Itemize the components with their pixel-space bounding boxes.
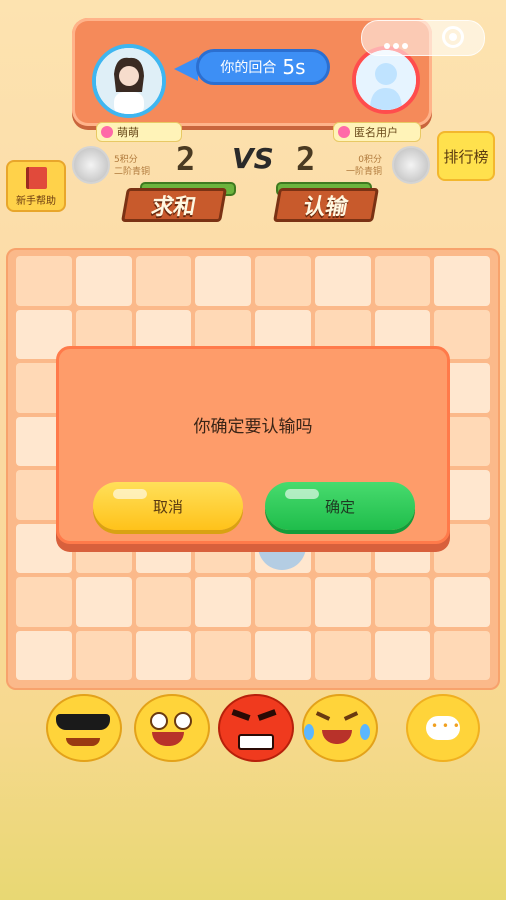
draw-button[interactable]: 求和 <box>121 188 227 222</box>
board-cell[interactable] <box>195 630 251 680</box>
board-cell[interactable] <box>16 256 72 306</box>
location-pin-icon <box>338 126 350 138</box>
board-cell[interactable] <box>314 630 371 680</box>
player-score: 2 <box>176 140 196 178</box>
board-cell[interactable] <box>16 577 72 627</box>
board-cell[interactable] <box>374 630 431 680</box>
chat-button[interactable] <box>406 694 480 762</box>
rank-medal-icon <box>392 146 430 184</box>
board-cell[interactable] <box>75 577 132 627</box>
opponent-name: 匿名用户 <box>354 126 398 139</box>
board-cell[interactable] <box>135 630 192 680</box>
board-cell[interactable] <box>374 256 431 306</box>
board-cell[interactable] <box>374 577 431 627</box>
player-rank: 二阶青铜 <box>114 167 151 177</box>
book-icon <box>25 167 47 189</box>
turn-timer: 5s <box>282 55 306 79</box>
confirm-button[interactable]: 确定 <box>265 482 415 530</box>
board-cell[interactable] <box>195 577 251 627</box>
help-label: 新手帮助 <box>16 196 56 207</box>
angry-emoji-icon[interactable] <box>218 694 294 762</box>
confirm-label: 确定 <box>324 497 355 516</box>
board-cell[interactable] <box>434 630 490 680</box>
board-cell[interactable] <box>255 630 311 680</box>
opponent-score: 2 <box>296 140 316 178</box>
gritted-teeth <box>238 734 274 750</box>
surrender-button[interactable]: 认输 <box>273 188 379 222</box>
opponent-points: 0积分 <box>358 155 383 165</box>
cancel-button[interactable]: 取消 <box>93 482 243 530</box>
eye-icon <box>174 712 192 730</box>
opponent-name-tag: 匿名用户 <box>333 122 421 142</box>
sunglasses-icon <box>56 714 110 730</box>
rank-medal-icon <box>72 146 110 184</box>
turn-label: 你的回合 <box>220 60 277 76</box>
board-cell[interactable] <box>434 577 490 627</box>
board-cell[interactable] <box>16 630 72 680</box>
vs-label: VS <box>232 142 274 175</box>
more-options-icon[interactable] <box>384 34 414 49</box>
opponent-points-block: 0积分 一阶青铜 <box>346 154 382 178</box>
board-cell[interactable] <box>75 630 132 680</box>
player-points: 5积分 <box>114 155 138 165</box>
smile-mouth <box>66 738 100 746</box>
dialog-message: 你确定要认输吗 <box>193 417 313 437</box>
turn-arrow-icon <box>174 57 198 81</box>
tear-icon <box>360 724 370 740</box>
player-name: 萌萌 <box>117 126 139 139</box>
board-cell[interactable] <box>135 256 192 306</box>
cancel-label: 取消 <box>152 497 183 516</box>
player-name-tag: 萌萌 <box>96 122 182 142</box>
board-cell[interactable] <box>135 577 192 627</box>
location-pin-icon <box>101 126 113 138</box>
board-cell[interactable] <box>75 256 132 306</box>
mini-program-capsule <box>361 20 485 56</box>
tear-icon <box>304 724 314 740</box>
laughing-emoji-icon[interactable] <box>134 694 210 762</box>
opponent-rank: 一阶青铜 <box>346 167 383 177</box>
leaderboard-label: 排行榜 <box>443 147 489 166</box>
player-avatar <box>92 44 166 118</box>
eye-icon <box>150 712 168 730</box>
beginner-help-button[interactable]: 新手帮助 <box>6 160 66 212</box>
board-cell[interactable] <box>255 256 311 306</box>
surrender-label: 认输 <box>301 195 350 220</box>
board-cell[interactable] <box>314 577 371 627</box>
board-cell[interactable] <box>434 256 490 306</box>
chat-bubble-icon <box>426 716 460 740</box>
opponent-avatar <box>352 46 420 114</box>
board-cell[interactable] <box>195 256 251 306</box>
board-cell[interactable] <box>255 577 311 627</box>
turn-indicator: 你的回合 5s <box>196 49 330 85</box>
draw-label: 求和 <box>149 195 198 220</box>
board-cell[interactable] <box>314 256 371 306</box>
leaderboard-button[interactable]: 排行榜 <box>437 131 495 181</box>
close-program-icon[interactable] <box>442 26 464 48</box>
player-points-block: 5积分 二阶青铜 <box>114 154 150 178</box>
